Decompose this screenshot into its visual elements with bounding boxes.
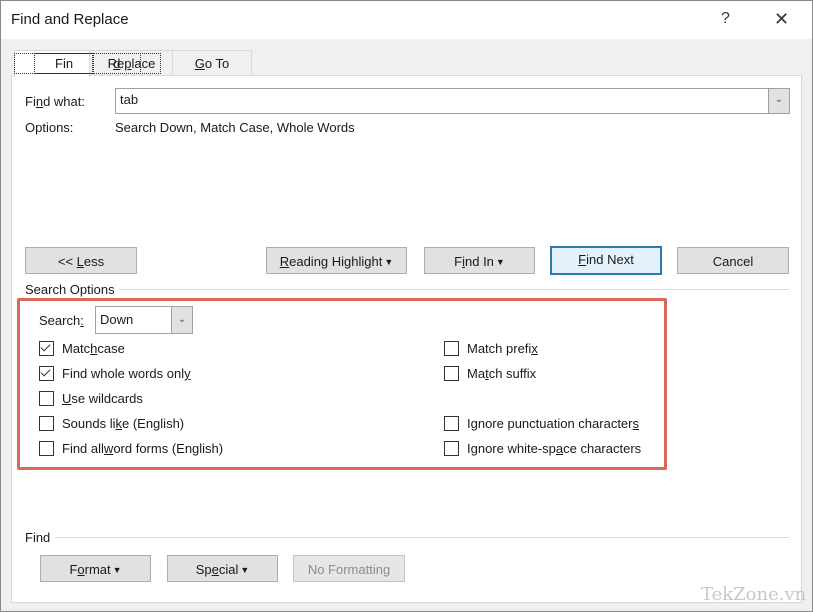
use-wildcards-checkbox[interactable]: Use wildcards [39,391,143,406]
watermark: TekZone.vn [701,584,807,605]
match-case-checkbox[interactable]: Matc h case [39,341,125,356]
special-button[interactable]: Special ▼ [167,555,278,582]
no-formatting-button: No Formatting [293,555,405,582]
chevron-down-icon[interactable]: ⌄ [171,307,192,333]
cancel-button[interactable]: Cancel [677,247,789,274]
caret-down-icon: ▼ [495,257,505,267]
title-bar: Find and Replace ? ✕ [1,1,812,39]
chevron-down-icon[interactable]: ⌄ [768,89,789,113]
less-button[interactable]: << Less [25,247,137,274]
checkbox-unchecked[interactable] [444,341,459,356]
search-direction-value: Down [100,312,134,327]
find-what-input[interactable]: tab ⌄ [115,88,790,114]
find-what-label: Find what: [25,94,85,109]
find-next-button[interactable]: Find Next [550,246,662,275]
search-direction-label: Search: [39,313,84,328]
close-icon[interactable]: ✕ [774,9,789,30]
find-section-label: Find [25,530,51,545]
checkbox-unchecked[interactable] [444,441,459,456]
tab-find[interactable]: Fin d [13,50,162,77]
find-what-value: tab [120,92,139,107]
reading-highlight-button[interactable]: Reading Highlight ▼ [266,247,407,274]
checkbox-checked[interactable] [39,341,54,356]
options-label: Options: [25,120,74,135]
caret-down-icon: ▼ [240,565,250,575]
tab-goto[interactable]: Go To [172,50,252,76]
find-replace-dialog: Find and Replace ? ✕ Fin d Replace Go To … [0,0,813,612]
section-divider [55,537,789,538]
checkbox-unchecked[interactable] [444,366,459,381]
ignore-whitespace-checkbox[interactable]: Ignore white-sp a ce characters [444,441,641,456]
whole-words-checkbox[interactable]: Find whole words onl y [39,366,191,381]
checkbox-unchecked[interactable] [39,441,54,456]
checkbox-unchecked[interactable] [39,391,54,406]
word-forms-checkbox[interactable]: Find all w ord forms (English) [39,441,223,456]
sounds-like-checkbox[interactable]: Sounds li k e (English) [39,416,184,431]
caret-down-icon: ▼ [384,257,394,267]
search-direction-select[interactable]: Down ⌄ [95,306,193,334]
match-prefix-checkbox[interactable]: Match prefi x [444,341,538,356]
section-divider [119,289,789,290]
dialog-title: Find and Replace [11,11,129,28]
caret-down-icon: ▼ [112,565,122,575]
help-button[interactable]: ? [721,10,730,28]
options-value: Search Down, Match Case, Whole Words [115,120,355,135]
ignore-punctuation-checkbox[interactable]: Ignore punctuation character s [444,416,639,431]
checkbox-unchecked[interactable] [444,416,459,431]
checkbox-checked[interactable] [39,366,54,381]
checkbox-unchecked[interactable] [39,416,54,431]
format-button[interactable]: Format ▼ [40,555,151,582]
match-suffix-checkbox[interactable]: Ma t ch suffix [444,366,536,381]
search-options-label: Search Options [25,282,115,297]
find-in-button[interactable]: Find In ▼ [424,247,535,274]
